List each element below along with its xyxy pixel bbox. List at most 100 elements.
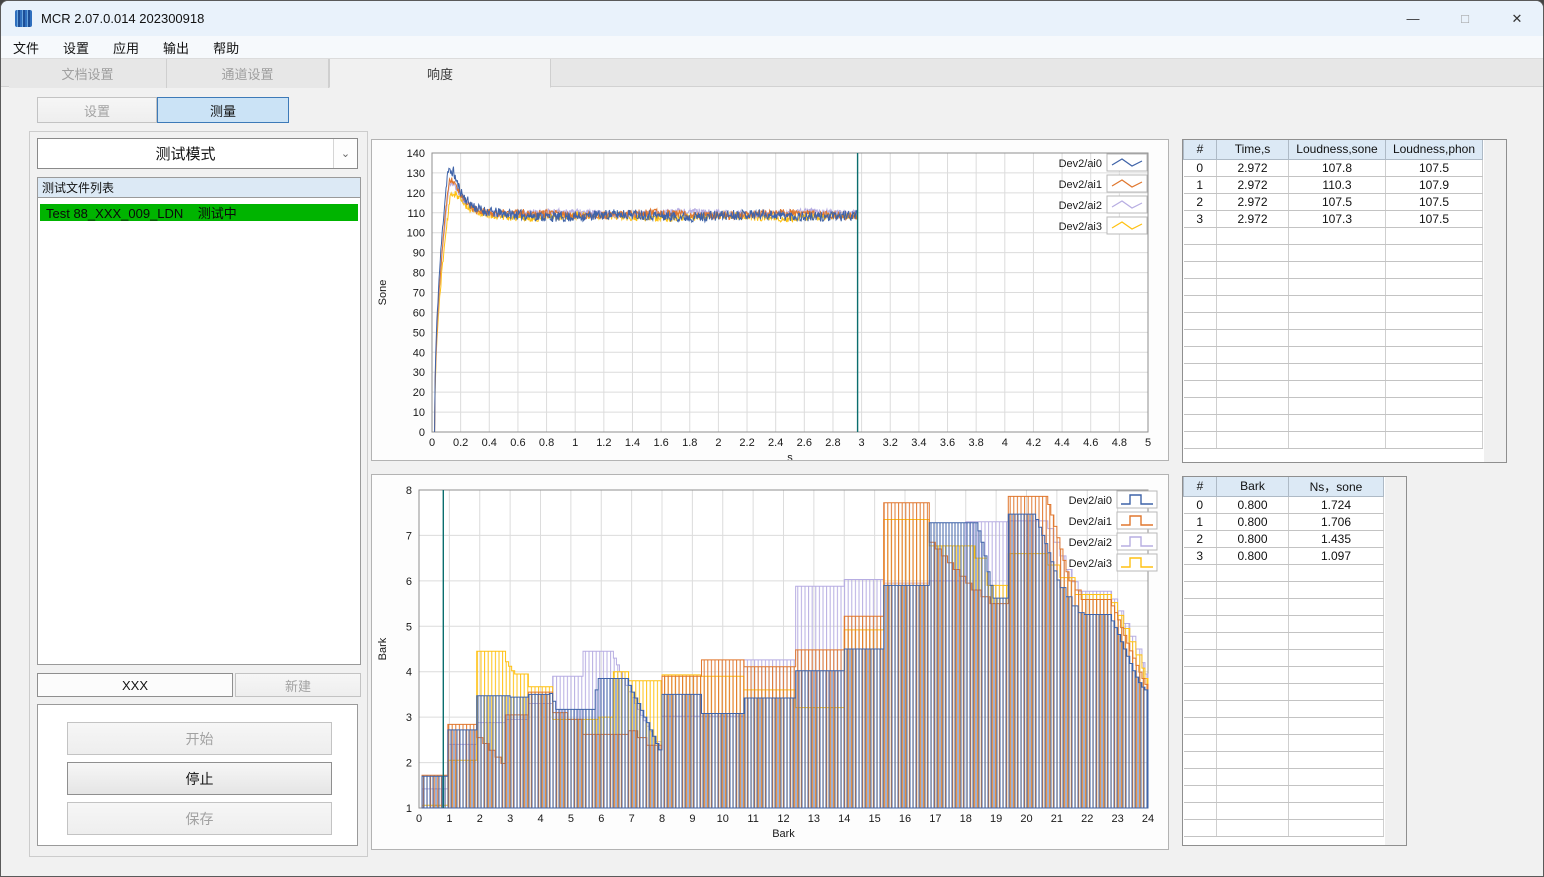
svg-text:2: 2: [406, 758, 412, 770]
menu-item-0[interactable]: 文件: [1, 38, 51, 57]
table-cell[interactable]: 107.3: [1288, 210, 1386, 228]
table-row: [1183, 581, 1384, 599]
table-cell[interactable]: 1: [1183, 513, 1217, 531]
table-cell: [1288, 632, 1384, 650]
loudness-time-chart[interactable]: 0 0.2 0.4 0.6 0.8 1 1.2 1.4 1.6 1.8 2 2.2 2.4 2.6 2.8 3…: [372, 140, 1168, 464]
table-cell[interactable]: 2.972: [1216, 210, 1289, 228]
svg-text:Dev2/ai2: Dev2/ai2: [1069, 537, 1112, 549]
app-icon: [15, 10, 32, 27]
table-cell[interactable]: 1.097: [1288, 547, 1384, 565]
table-cell: [1216, 598, 1289, 616]
table-cell[interactable]: 0.800: [1216, 496, 1289, 514]
svg-text:0.6: 0.6: [510, 437, 525, 449]
svg-text:80: 80: [413, 268, 425, 280]
table-cell: [1288, 431, 1386, 449]
test-file-list-item[interactable]: Test 88_XXX_009_LDN 测试中: [40, 204, 358, 221]
table-cell[interactable]: 2.972: [1216, 159, 1289, 177]
table-cell: [1216, 346, 1289, 364]
table-cell[interactable]: 0: [1183, 496, 1217, 514]
table-cell[interactable]: 107.5: [1385, 210, 1483, 228]
table-cell[interactable]: 0.800: [1216, 530, 1289, 548]
chevron-down-icon[interactable]: ⌄: [333, 139, 357, 168]
svg-text:20: 20: [1020, 813, 1032, 825]
table-cell: [1385, 431, 1483, 449]
table-cell[interactable]: 0.800: [1216, 547, 1289, 565]
table-cell: [1288, 615, 1384, 633]
table-cell[interactable]: 2: [1183, 530, 1217, 548]
test-mode-dropdown[interactable]: 测试模式 ⌄: [37, 138, 358, 169]
svg-text:60: 60: [413, 307, 425, 319]
table-cell[interactable]: 2: [1183, 193, 1217, 211]
table-cell[interactable]: 107.8: [1288, 159, 1386, 177]
table-cell[interactable]: 107.5: [1288, 193, 1386, 211]
menu-item-2[interactable]: 应用: [101, 38, 151, 57]
table-cell: [1216, 683, 1289, 701]
menu-item-3[interactable]: 输出: [151, 38, 201, 57]
table-row: [1183, 295, 1483, 313]
table-cell: [1216, 329, 1289, 347]
scroll-gutter[interactable]: [1484, 140, 1506, 462]
table-row: [1183, 751, 1384, 769]
tab-1[interactable]: 通道设置: [167, 59, 329, 88]
table-cell[interactable]: 0: [1183, 159, 1217, 177]
table-cell: [1288, 717, 1384, 735]
table-row: [1183, 261, 1483, 279]
column-header: #: [1183, 140, 1217, 160]
table-cell[interactable]: 107.5: [1385, 159, 1483, 177]
menu-item-4[interactable]: 帮助: [201, 38, 251, 57]
table-cell: [1183, 346, 1217, 364]
close-button[interactable]: ✕: [1491, 1, 1543, 36]
svg-text:2.8: 2.8: [825, 437, 840, 449]
svg-text:3.6: 3.6: [940, 437, 955, 449]
table-cell[interactable]: 110.3: [1288, 176, 1386, 194]
tab-2[interactable]: 响度: [329, 59, 551, 88]
tab-0[interactable]: 文档设置: [9, 59, 167, 88]
table-cell: [1385, 312, 1483, 330]
table-cell: [1183, 431, 1217, 449]
table-row: [1183, 380, 1483, 398]
svg-text:140: 140: [407, 148, 425, 160]
svg-text:13: 13: [808, 813, 820, 825]
table-cell[interactable]: 2.972: [1216, 193, 1289, 211]
svg-text:10: 10: [717, 813, 729, 825]
table-cell[interactable]: 1: [1183, 176, 1217, 194]
svg-text:20: 20: [413, 387, 425, 399]
table-cell[interactable]: 107.9: [1385, 176, 1483, 194]
table-cell[interactable]: 107.5: [1385, 193, 1483, 211]
svg-text:Bark: Bark: [377, 637, 389, 660]
table-cell[interactable]: 1.724: [1288, 496, 1384, 514]
specific-loudness-chart[interactable]: 0 1 2 3 4 5 6 7 8 9 10 11 12 13 14 15 16 17 18 19 20 21 22 23 24…: [372, 475, 1168, 849]
table-cell[interactable]: 2.972: [1216, 176, 1289, 194]
table-row: 0 2.972 107.8 107.5: [1183, 159, 1483, 177]
stop-button[interactable]: 停止: [67, 762, 332, 795]
menu-item-1[interactable]: 设置: [51, 38, 101, 57]
table-cell: [1216, 363, 1289, 381]
table-cell[interactable]: 1.706: [1288, 513, 1384, 531]
svg-text:19: 19: [990, 813, 1002, 825]
table-row: [1183, 564, 1384, 582]
table-cell: [1288, 581, 1384, 599]
svg-text:15: 15: [869, 813, 881, 825]
table-cell: [1183, 244, 1217, 262]
table-cell: [1183, 278, 1217, 296]
maximize-button[interactable]: □: [1439, 1, 1491, 36]
svg-text:Dev2/ai1: Dev2/ai1: [1069, 516, 1112, 528]
svg-text:1.6: 1.6: [653, 437, 668, 449]
svg-text:16: 16: [899, 813, 911, 825]
svg-text:30: 30: [413, 367, 425, 379]
table-cell[interactable]: 0.800: [1216, 513, 1289, 531]
svg-text:1.8: 1.8: [682, 437, 697, 449]
table-cell[interactable]: 3: [1183, 210, 1217, 228]
test-file-list-header: 测试文件列表: [37, 177, 361, 197]
table-cell[interactable]: 3: [1183, 547, 1217, 565]
minimize-button[interactable]: —: [1387, 1, 1439, 36]
svg-text:110: 110: [407, 208, 425, 220]
xxx-button[interactable]: XXX: [37, 673, 233, 697]
table-row: 3 2.972 107.3 107.5: [1183, 210, 1483, 228]
table-row: [1183, 683, 1384, 701]
scroll-gutter[interactable]: [1385, 477, 1406, 845]
table-cell[interactable]: 1.435: [1288, 530, 1384, 548]
svg-text:4.6: 4.6: [1083, 437, 1098, 449]
measure-subtab-button[interactable]: 测量: [157, 97, 289, 123]
svg-text:7: 7: [406, 530, 412, 542]
